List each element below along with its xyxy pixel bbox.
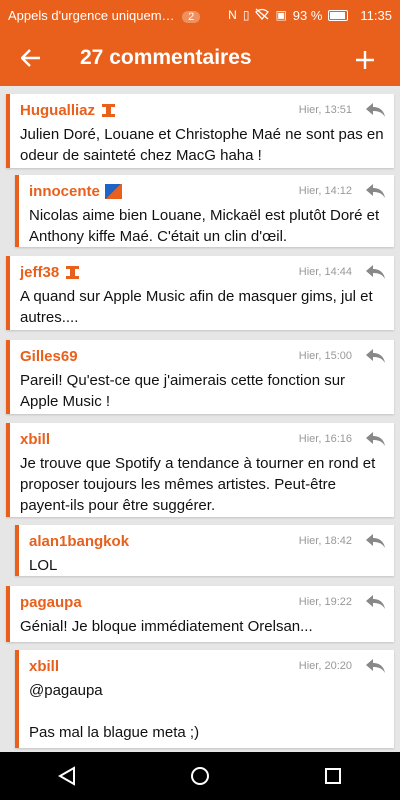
back-button[interactable] bbox=[0, 30, 62, 86]
status-icons: N ▯ ▣ 93 % 11:35 bbox=[228, 8, 392, 23]
nfc-icon: N bbox=[228, 8, 237, 22]
circle-home-icon bbox=[190, 767, 209, 785]
comment-time: Hier, 15:00 bbox=[298, 350, 352, 362]
comment-author[interactable]: xbill bbox=[29, 658, 59, 675]
comment-text: Pareil! Qu'est-ce que j'aimerais cette f… bbox=[20, 372, 346, 410]
comment-author[interactable]: xbill bbox=[20, 431, 50, 448]
notification-count-badge: 2 bbox=[182, 10, 201, 23]
comment-author[interactable]: alan1bangkok bbox=[29, 533, 129, 550]
system-nav-bar bbox=[0, 752, 400, 800]
comment-text: LOL bbox=[29, 557, 58, 574]
battery-percent: 93 % bbox=[292, 7, 323, 23]
user-badge-icon bbox=[100, 103, 117, 118]
square-recents-icon bbox=[325, 768, 342, 784]
comment-time: Hier, 16:16 bbox=[298, 433, 352, 445]
app-bar: 27 commentaires bbox=[0, 30, 400, 86]
comment-text: Julien Doré, Louane et Christophe Maé ne… bbox=[20, 126, 384, 164]
nav-recents-button[interactable] bbox=[303, 752, 363, 800]
comment-time: Hier, 14:44 bbox=[298, 266, 352, 278]
plus-icon bbox=[356, 51, 374, 69]
comment-item: innocente Hier, 14:12 Nicolas aime bien … bbox=[15, 175, 394, 247]
comment-author[interactable]: jeff38 bbox=[20, 264, 59, 281]
comment-author[interactable]: Gilles69 bbox=[20, 348, 78, 365]
comment-item: Gilles69 Hier, 15:00 Pareil! Qu'est-ce q… bbox=[6, 340, 394, 414]
vibrate-icon: ▯ bbox=[242, 8, 250, 22]
comments-list[interactable]: Hugualliaz Hier, 13:51 Julien Doré, Loua… bbox=[0, 86, 400, 752]
add-comment-button[interactable] bbox=[330, 30, 400, 86]
comment-author[interactable]: pagaupa bbox=[20, 594, 82, 611]
comment-text: Génial! Je bloque immédiatement Orelsan.… bbox=[20, 618, 313, 635]
battery-icon bbox=[328, 9, 349, 21]
sim-icon: ▣ bbox=[275, 8, 287, 22]
comment-item: jeff38 Hier, 14:44 A quand sur Apple Mus… bbox=[6, 256, 394, 330]
comment-text: @pagaupa Pas mal la blague meta ;) bbox=[29, 682, 200, 741]
clock: 11:35 bbox=[360, 7, 392, 23]
reply-icon[interactable] bbox=[364, 183, 386, 199]
nav-back-button[interactable] bbox=[37, 752, 97, 800]
comment-time: Hier, 14:12 bbox=[298, 185, 352, 197]
reply-icon[interactable] bbox=[364, 533, 386, 549]
user-badge-icon bbox=[104, 183, 122, 199]
comment-author[interactable]: innocente bbox=[29, 183, 100, 200]
comment-item: pagaupa Hier, 19:22 Génial! Je bloque im… bbox=[6, 586, 394, 642]
reply-icon[interactable] bbox=[364, 348, 386, 364]
reply-icon[interactable] bbox=[364, 264, 386, 280]
status-notification: Appels d'urgence uniquem… 2 bbox=[8, 8, 228, 23]
triangle-back-icon bbox=[57, 766, 75, 786]
notification-text: Appels d'urgence uniquem… bbox=[8, 7, 175, 23]
comment-text: A quand sur Apple Music afin de masquer … bbox=[20, 288, 373, 326]
comment-time: Hier, 18:42 bbox=[298, 535, 352, 547]
comment-text: Je trouve que Spotify a tendance à tourn… bbox=[20, 455, 376, 514]
comment-item: alan1bangkok Hier, 18:42 LOL bbox=[15, 525, 394, 576]
reply-icon[interactable] bbox=[364, 102, 386, 118]
comment-item: xbill Hier, 16:16 Je trouve que Spotify … bbox=[6, 423, 394, 517]
reply-icon[interactable] bbox=[364, 594, 386, 610]
comment-time: Hier, 13:51 bbox=[298, 104, 352, 116]
arrow-left-icon bbox=[20, 49, 40, 67]
reply-icon[interactable] bbox=[364, 658, 386, 674]
user-badge-icon bbox=[64, 265, 81, 280]
reply-icon[interactable] bbox=[364, 431, 386, 447]
comment-time: Hier, 19:22 bbox=[298, 596, 352, 608]
comment-text: Nicolas aime bien Louane, Mickaël est pl… bbox=[29, 207, 380, 245]
comment-item: xbill Hier, 20:20 @pagaupa Pas mal la bl… bbox=[15, 650, 394, 748]
comment-time: Hier, 20:20 bbox=[298, 660, 352, 672]
comment-author[interactable]: Hugualliaz bbox=[20, 102, 95, 119]
status-bar: Appels d'urgence uniquem… 2 N ▯ ▣ 93 % 1… bbox=[0, 0, 400, 30]
nav-home-button[interactable] bbox=[170, 752, 230, 800]
page-title: 27 commentaires bbox=[80, 46, 252, 69]
comment-item: Hugualliaz Hier, 13:51 Julien Doré, Loua… bbox=[6, 94, 394, 168]
no-wifi-icon bbox=[255, 8, 270, 23]
